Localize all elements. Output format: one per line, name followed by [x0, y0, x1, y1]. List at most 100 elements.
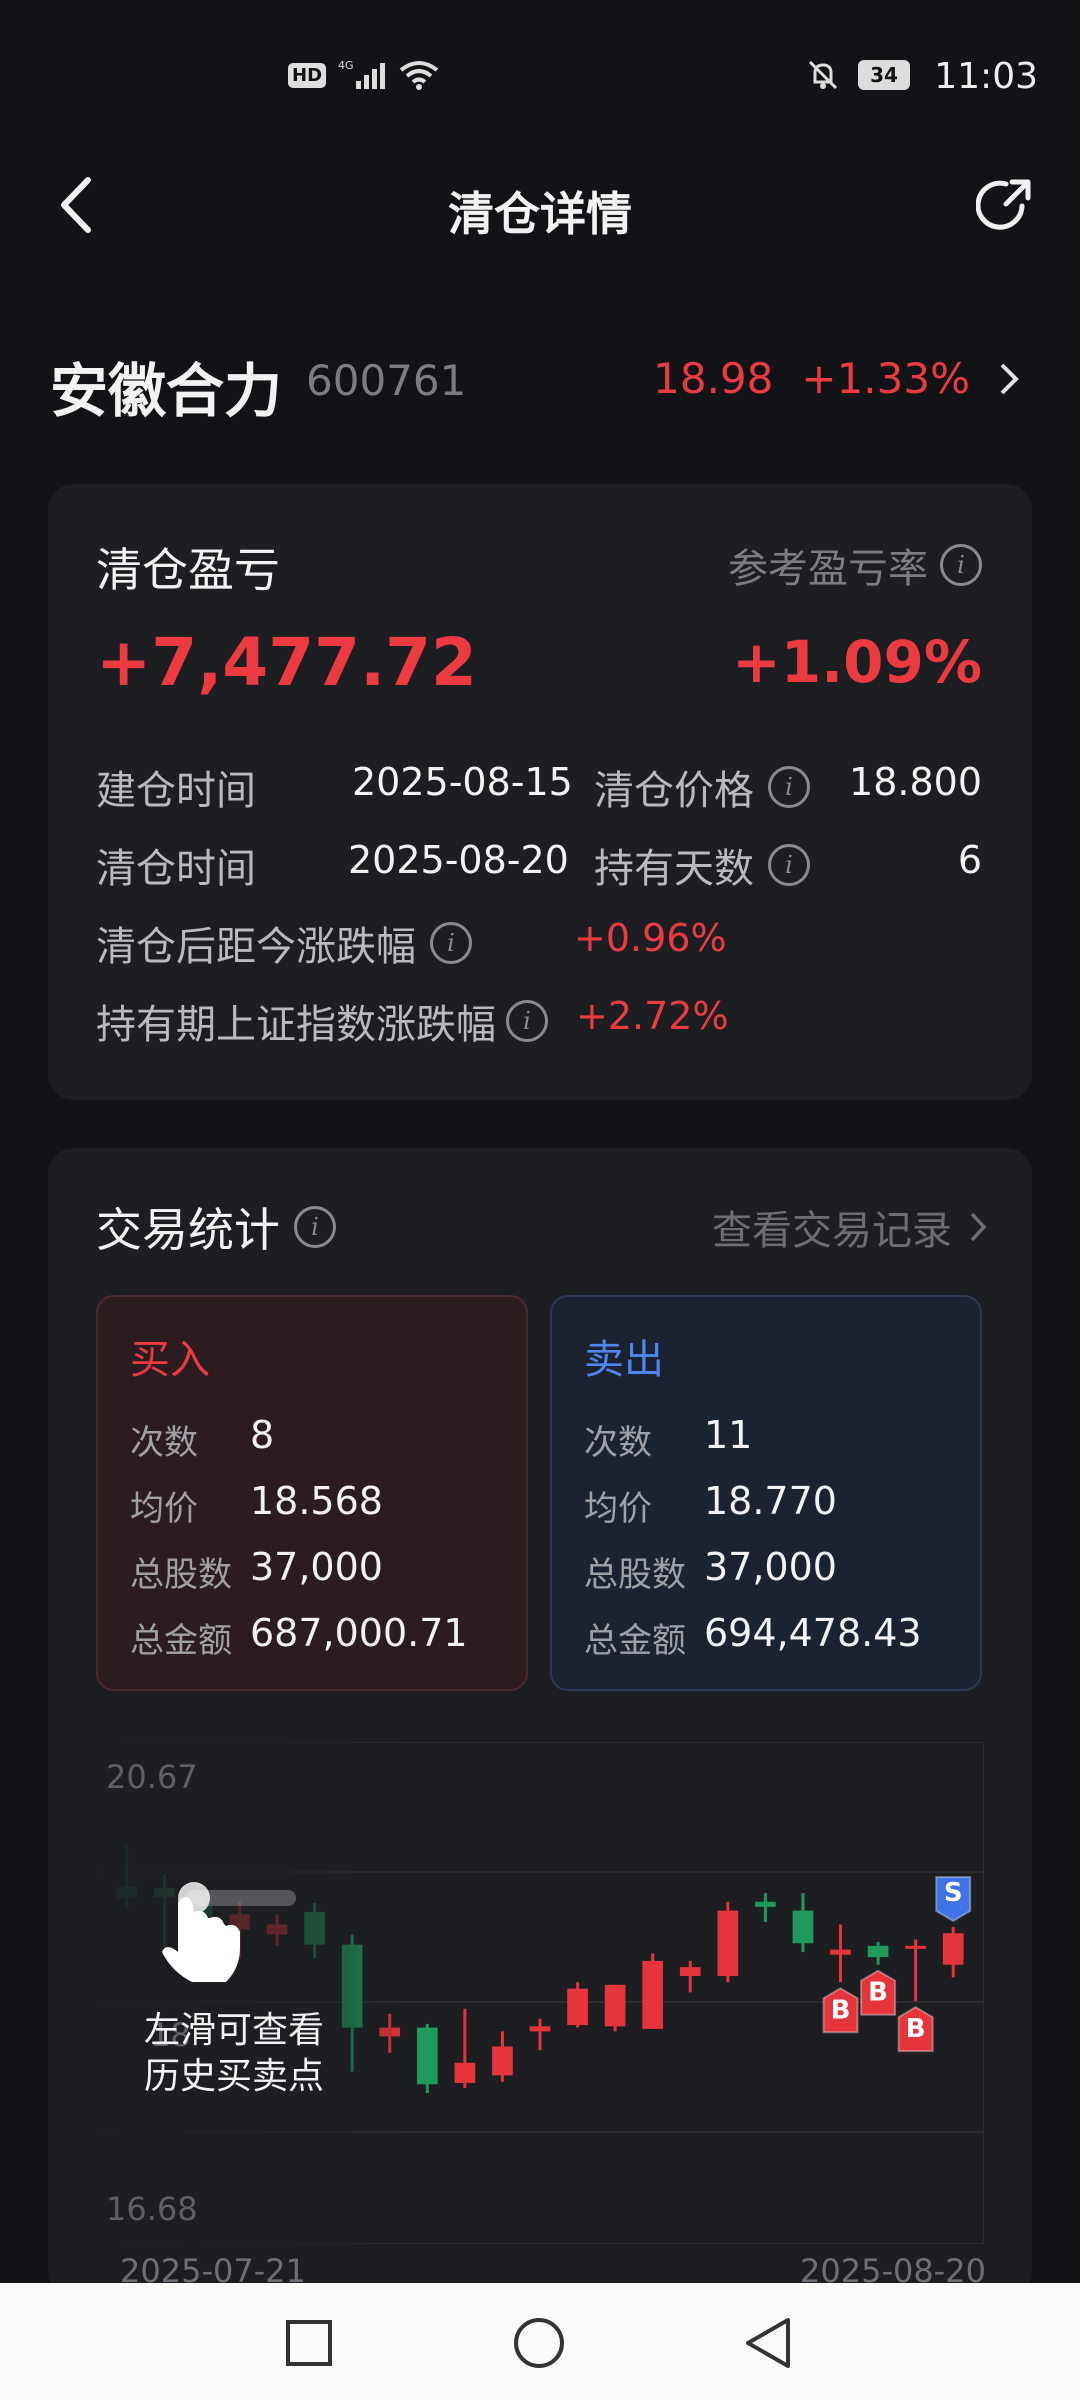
ref-rate-text: 参考盈亏率	[728, 546, 928, 592]
status-bar: HD 4G 34 11:03	[0, 0, 1080, 150]
candle-body	[529, 2026, 551, 2032]
stock-quote[interactable]: 18.98 +1.33%	[653, 354, 1020, 403]
info-icon: i	[430, 922, 472, 964]
stock-change: +1.33%	[801, 354, 970, 403]
open-time-label: 建仓时间	[96, 768, 256, 814]
home-icon[interactable]	[512, 2316, 566, 2370]
candle-body	[454, 2062, 476, 2083]
index-change-label[interactable]: 持有期上证指数涨跌幅 i	[96, 992, 548, 1050]
buy-shares-value: 37,000	[250, 1545, 383, 1589]
buy-marker[interactable]: B	[897, 2006, 934, 2053]
index-change-value: +2.72%	[576, 994, 729, 1038]
y-label-bottom: 16.68	[106, 2190, 198, 2228]
close-time-value: 2025-08-20	[348, 838, 569, 882]
profit-rate: +1.09%	[732, 628, 982, 696]
candle-body	[942, 1933, 964, 1965]
candle-body	[492, 2046, 513, 2076]
candle-body	[416, 2027, 438, 2085]
y-label-top: 20.67	[106, 1758, 198, 1796]
buy-marker[interactable]: B	[822, 1987, 859, 2034]
share-icon[interactable]	[976, 176, 1036, 236]
buy-marker[interactable]: B	[860, 1969, 897, 2016]
chevron-right-icon	[1000, 363, 1019, 394]
hold-days-label[interactable]: 持有天数 i	[594, 836, 810, 894]
buy-avg-label: 均价	[130, 1489, 198, 1529]
candle-body	[905, 1945, 926, 1949]
marker-label: S	[944, 1878, 963, 1908]
info-icon: i	[506, 1000, 548, 1042]
after-change-value: +0.96%	[574, 916, 727, 960]
candle-body	[567, 1988, 588, 2026]
hint-line-1: 左滑可查看	[144, 2010, 324, 2051]
info-icon: i	[294, 1206, 336, 1248]
trade-record-text: 查看交易记录	[712, 1208, 952, 1254]
sell-shares-value: 37,000	[704, 1545, 837, 1589]
wifi-icon	[399, 61, 439, 90]
chevron-right-icon	[970, 1212, 987, 1242]
candle-body	[604, 1984, 626, 2027]
sell-shares-label: 总股数	[584, 1555, 686, 1595]
sell-count-label: 次数	[584, 1423, 652, 1463]
page-title: 清仓详情	[448, 187, 632, 241]
close-time-label: 清仓时间	[96, 846, 256, 892]
candle-body	[830, 1949, 851, 1955]
clear-summary-card: 清仓盈亏 参考盈亏率 i +7,477.72 +1.09% 建仓时间 2025-…	[48, 484, 1032, 1100]
status-system-icons: 34	[806, 58, 910, 92]
sell-avg-value: 18.770	[704, 1479, 837, 1523]
stock-code: 600761	[306, 356, 467, 405]
buy-shares-label: 总股数	[130, 1555, 232, 1595]
after-change-text: 清仓后距今涨跌幅	[96, 924, 416, 970]
trade-record-link[interactable]: 查看交易记录	[712, 1198, 988, 1256]
svg-text:4G: 4G	[338, 59, 354, 72]
trade-stats-header[interactable]: 交易统计 i	[96, 1194, 336, 1260]
candle-body	[755, 1901, 776, 1907]
recent-apps-icon[interactable]	[284, 2318, 334, 2368]
trade-stats-title: 交易统计	[96, 1203, 280, 1257]
info-icon: i	[940, 544, 982, 586]
after-change-label[interactable]: 清仓后距今涨跌幅 i	[96, 914, 472, 972]
sell-avg-label: 均价	[584, 1489, 652, 1529]
status-time: 11:03	[934, 56, 1038, 97]
close-price-label[interactable]: 清仓价格 i	[594, 758, 810, 816]
close-price-text: 清仓价格	[594, 768, 754, 814]
status-network-icons: HD 4G	[288, 58, 440, 92]
sell-stats-box: 卖出 次数 11 均价 18.770 总股数 37,000 总金额 694,47…	[550, 1295, 982, 1691]
system-nav-bar	[0, 2283, 1080, 2400]
stock-price: 18.98	[653, 354, 774, 403]
close-price-value: 18.800	[849, 760, 982, 804]
candle-body	[792, 1910, 814, 1944]
sell-amount-value: 694,478.43	[704, 1611, 922, 1655]
buy-avg-value: 18.568	[250, 1479, 383, 1523]
nav-back-icon[interactable]	[742, 2316, 796, 2370]
mute-bell-icon	[808, 60, 838, 90]
summary-title: 清仓盈亏	[96, 543, 280, 597]
info-icon: i	[768, 766, 810, 808]
buy-count-value: 8	[250, 1413, 275, 1457]
sell-marker[interactable]: S	[935, 1875, 972, 1923]
buy-amount-label: 总金额	[130, 1621, 232, 1661]
marker-label: B	[831, 1995, 851, 2025]
stock-name[interactable]: 安徽合力	[50, 344, 282, 428]
buy-stats-box: 买入 次数 8 均价 18.568 总股数 37,000 总金额 687,000…	[96, 1295, 528, 1691]
candle-body	[642, 1960, 664, 2029]
sell-count-value: 11	[704, 1413, 753, 1457]
signal-icon: 4G	[338, 59, 386, 89]
candlestick-chart[interactable]: BBBS 20.67 18 16.68 左滑可查看 历史买卖点	[96, 1742, 984, 2244]
buy-title: 买入	[130, 1337, 210, 1383]
candle-body	[867, 1945, 889, 1958]
candle-body	[679, 1967, 701, 1977]
chart-fade-overlay	[96, 1742, 416, 2244]
hold-days-text: 持有天数	[594, 846, 754, 892]
info-icon: i	[768, 844, 810, 886]
index-change-text: 持有期上证指数涨跌幅	[96, 1002, 496, 1048]
buy-amount-value: 687,000.71	[250, 1611, 468, 1655]
profit-amount: +7,477.72	[96, 624, 477, 701]
hd-icon: HD	[288, 62, 327, 88]
battery-icon: 34	[858, 60, 910, 90]
ref-rate-label[interactable]: 参考盈亏率 i	[728, 536, 982, 594]
hint-line-2: 历史买卖点	[144, 2056, 324, 2097]
hold-days-value: 6	[957, 838, 982, 882]
candle-body	[717, 1910, 739, 1977]
sell-title: 卖出	[584, 1337, 664, 1383]
open-time-value: 2025-08-15	[352, 760, 573, 804]
